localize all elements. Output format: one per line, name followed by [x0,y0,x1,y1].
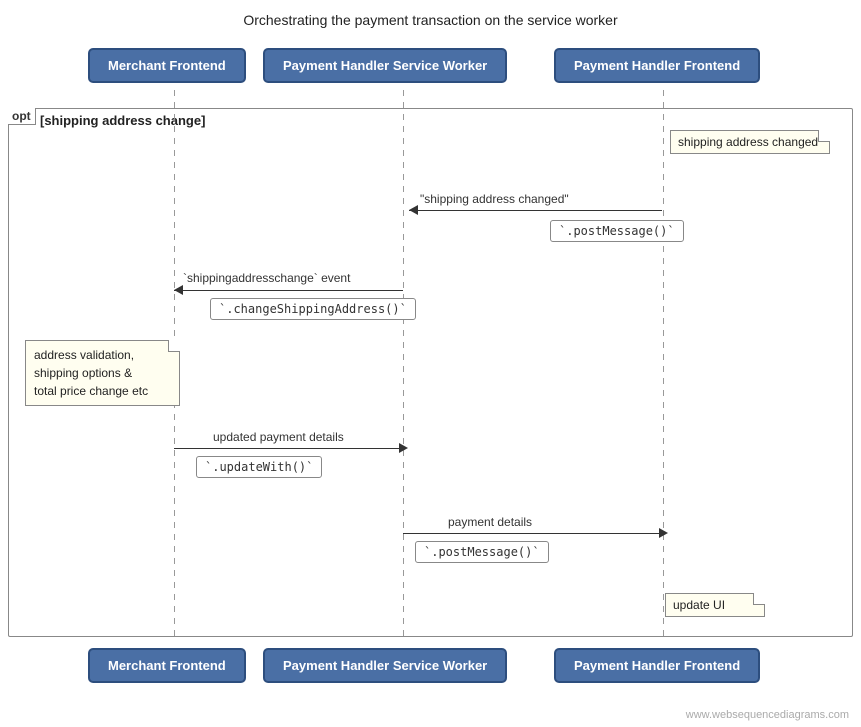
arrow-label-shipping-changed: "shipping address changed" [420,192,569,206]
actor-merchant-top: Merchant Frontend [88,48,246,83]
arrow-label-updated-payment: updated payment details [213,430,344,444]
opt-condition: [shipping address change] [40,113,205,128]
actor-payment-frontend-bottom: Payment Handler Frontend [554,648,760,683]
arrow-shippingaddresschange-line [174,290,403,291]
code-updatewith: `.updateWith()` [196,456,322,478]
actor-payment-handler-bottom: Payment Handler Service Worker [263,648,507,683]
arrow-shippingaddresschange-head [174,285,183,295]
note-corner-1 [818,130,830,142]
note-update-ui: update UI [665,593,765,617]
arrow-payment-details-head [659,528,668,538]
note-shipping-changed: shipping address changed [670,130,830,154]
note-corner-2 [168,340,180,352]
arrow-updated-payment-line [174,448,403,449]
arrow-label-payment-details: payment details [448,515,532,529]
code-changeshipping: `.changeShippingAddress()` [210,298,416,320]
lifeline-payment-handler [403,90,404,637]
lifeline-payment-frontend [663,90,664,637]
opt-label: opt [8,108,36,125]
arrow-updated-payment-head [399,443,408,453]
watermark: www.websequencediagrams.com [686,709,849,721]
code-postmessage-2: `.postMessage()` [415,541,549,563]
code-postmessage-1: `.postMessage()` [550,220,684,242]
actor-merchant-bottom: Merchant Frontend [88,648,246,683]
actor-payment-handler-top: Payment Handler Service Worker [263,48,507,83]
note-corner-3 [753,593,765,605]
arrow-shipping-changed-head [409,205,418,215]
arrow-shipping-changed-line [409,210,662,211]
diagram-container: Orchestrating the payment transaction on… [0,0,861,727]
diagram-title: Orchestrating the payment transaction on… [0,0,861,36]
arrow-payment-details-line [403,533,663,534]
note-address-validation: address validation,shipping options &tot… [25,340,180,406]
arrow-label-shippingaddresschange: `shippingaddresschange` event [183,271,350,285]
actor-payment-frontend-top: Payment Handler Frontend [554,48,760,83]
